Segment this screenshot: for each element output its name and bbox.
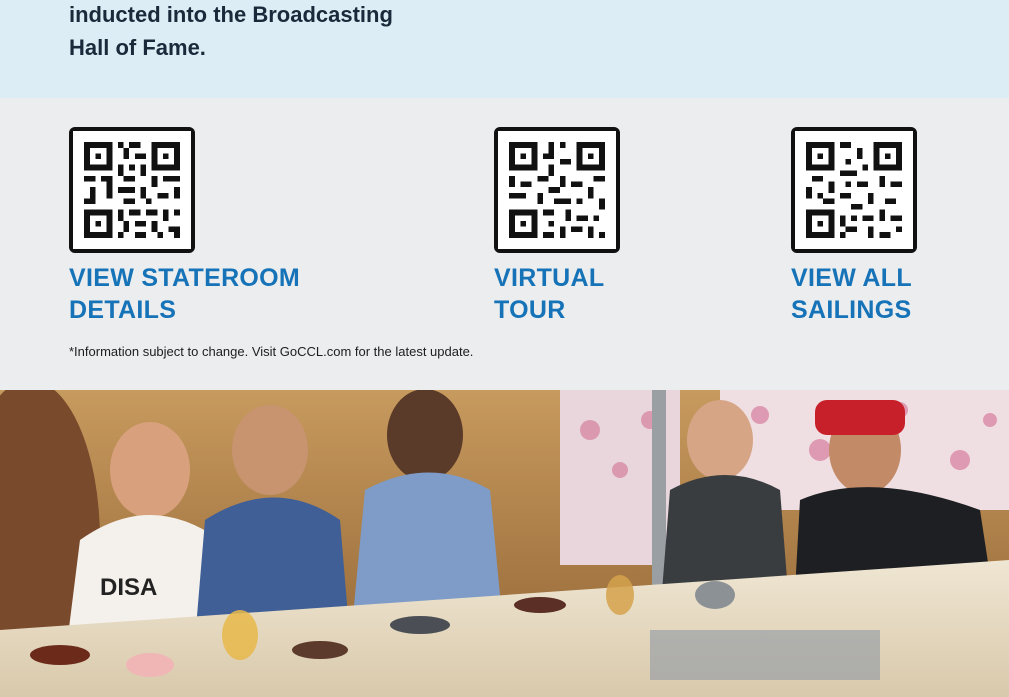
- qr-code-icon[interactable]: [791, 127, 917, 253]
- view-all-sailings-label[interactable]: VIEW ALL SAILINGS: [791, 262, 917, 326]
- intro-band: inducted into the Broadcasting Hall of F…: [0, 0, 1009, 98]
- intro-line-1: inducted into the Broadcasting: [69, 2, 393, 27]
- virtual-tour-line-2[interactable]: TOUR: [494, 296, 566, 324]
- stateroom-details-line-1[interactable]: VIEW STATEROOM: [69, 264, 300, 292]
- stateroom-details-line-2[interactable]: DETAILS: [69, 296, 176, 324]
- dining-photo: DISA: [0, 390, 1009, 697]
- view-all-sailings-line-1[interactable]: VIEW ALL: [791, 264, 912, 292]
- view-all-sailings-line-2[interactable]: SAILINGS: [791, 296, 911, 324]
- qr-code-icon[interactable]: [494, 127, 620, 253]
- apron-text: DISA: [100, 574, 157, 601]
- stateroom-details-label[interactable]: VIEW STATEROOM DETAILS: [69, 262, 300, 326]
- intro-line-2: Hall of Fame.: [69, 35, 206, 60]
- view-all-sailings-link[interactable]: VIEW ALL SAILINGS: [791, 127, 917, 326]
- intro-text: inducted into the Broadcasting Hall of F…: [69, 0, 589, 64]
- qr-links-section: VIEW STATEROOM DETAILS VIRTUAL TOUR VIEW…: [0, 98, 1009, 390]
- qr-code-icon[interactable]: [69, 127, 195, 253]
- virtual-tour-link[interactable]: VIRTUAL TOUR: [494, 127, 620, 326]
- virtual-tour-line-1[interactable]: VIRTUAL: [494, 264, 604, 292]
- stateroom-details-link[interactable]: VIEW STATEROOM DETAILS: [69, 127, 300, 326]
- virtual-tour-label[interactable]: VIRTUAL TOUR: [494, 262, 620, 326]
- disclaimer-text: *Information subject to change. Visit Go…: [69, 344, 474, 359]
